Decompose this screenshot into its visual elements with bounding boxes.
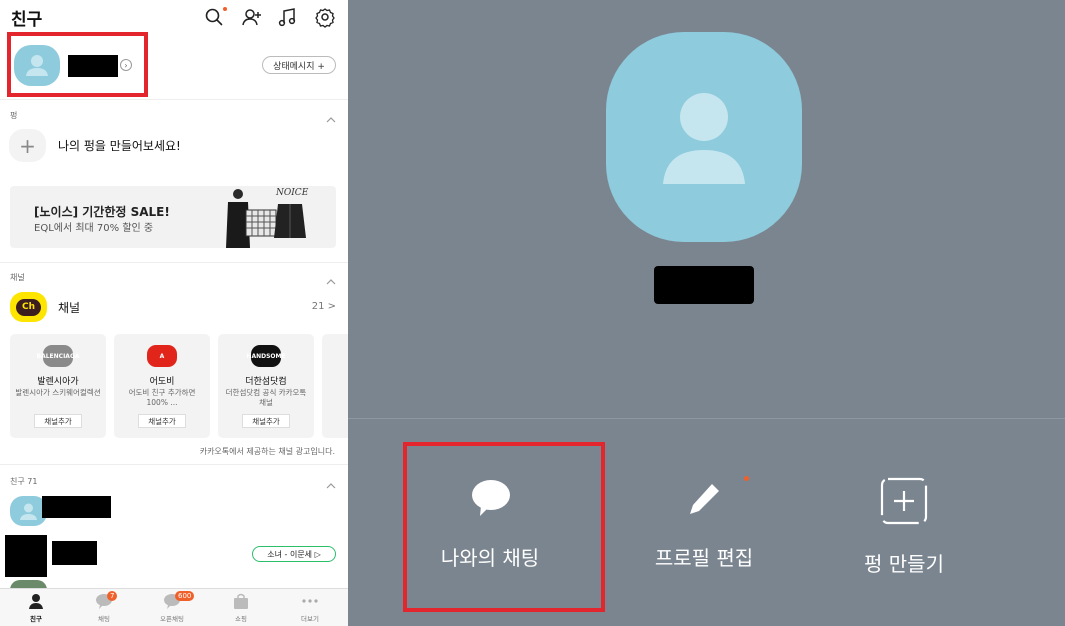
divider [348,418,1065,419]
channel-card-desc: 더한섬닷컴 공식 카카오톡 채널 [225,388,307,407]
channel-logo: Ch [10,292,47,322]
channel-card[interactable]: HANDSOME 더한섬닷컴 더한섬닷컴 공식 카카오톡 채널채널추가 [218,334,314,438]
add-channel-button[interactable]: 채널추가 [242,414,290,428]
more-dots-icon [302,599,318,603]
channel-card[interactable]: A 어도비 어도비 친구 추가하면 100% ... 채널추가 [114,334,210,438]
tab-chats[interactable]: 7 채팅 [79,591,129,623]
ad-banner[interactable]: [노이스] 기간한정 SALE! EQL에서 최대 70% 할인 중 NOICE [10,186,336,248]
channel-card-name: 더한섬닷컴 [245,377,287,387]
banner-subtitle: EQL에서 최대 70% 할인 중 [34,223,154,234]
add-friend-icon[interactable] [241,6,263,28]
page-title: 친구 [11,10,43,30]
divider [0,99,348,100]
shopping-bag-icon [234,593,248,609]
pencil-icon [690,484,719,514]
edit-profile-label: 프로필 편집 [654,546,754,570]
channel-card-partial[interactable] [322,334,348,438]
open-chat-badge: 600 [175,591,195,601]
highlight-box-my-chat [403,442,605,612]
highlight-box-profile [7,32,148,97]
channel-card-name: 어도비 [149,377,175,387]
chat-badge: 7 [107,591,118,601]
redacted-friend-name [42,496,111,518]
create-pyeong-label: 펑 만들기 [864,552,944,576]
channel-card-logo: HANDSOME [246,345,286,367]
add-channel-button[interactable]: 채널추가 [138,414,186,428]
divider [0,464,348,465]
tab-open-chat[interactable]: 600 오픈채팅 [147,591,197,623]
redacted-friend-avatar [5,535,47,577]
bottom-tab-bar: 친구 7 채팅 600 오픈채팅 쇼핑 더보기 [0,588,348,626]
banner-clothing-image [226,189,306,248]
section-label-friends: 친구 71 [10,477,38,486]
banner-title: [노이스] 기간한정 SALE! [34,205,170,219]
channel-title[interactable]: 채널 [58,299,80,316]
create-pyeong-text[interactable]: 나의 펑을 만들어보세요! [58,137,181,154]
redacted-profile-name [654,266,754,304]
channel-card-desc: 어도비 친구 추가하면 100% ... [128,388,196,407]
add-channel-button[interactable]: 채널추가 [34,414,82,428]
section-label-pyeong: 펑 [10,111,18,120]
channel-count[interactable]: 21 > [312,301,336,312]
collapse-channel-icon[interactable] [326,272,336,285]
add-pyeong-button[interactable]: + [9,129,46,162]
collapse-friends-icon[interactable] [326,476,336,489]
tab-shopping[interactable]: 쇼핑 [216,593,266,623]
notification-dot [223,7,227,11]
collapse-pyeong-icon[interactable] [326,110,336,123]
settings-icon[interactable] [314,6,336,28]
channel-card-logo: BALENCIAGA [37,345,80,367]
add-pyeong-icon [880,477,928,525]
profile-avatar-large[interactable] [606,32,802,242]
friend-music-pill[interactable]: 소녀 - 이문세 ▷ [252,546,336,562]
section-label-channel: 채널 [10,273,25,282]
tab-more[interactable]: 더보기 [285,593,335,623]
music-icon[interactable] [277,6,299,28]
tab-friends[interactable]: 친구 [11,593,61,623]
friends-tab-icon [29,594,43,609]
friends-screen: 친구 › 상태메시지 + 펑 + 나의 펑을 만들어보세요! [노이스] 기간한… [0,0,348,626]
channel-card-logo: A [147,345,177,367]
divider [0,262,348,263]
channel-card-name: 발렌시아가 [37,377,79,387]
status-message-button[interactable]: 상태메시지 + [262,56,336,74]
channel-card[interactable]: BALENCIAGA 발렌시아가 발렌시아가 스키웨어컬렉션채널추가 [10,334,106,438]
edit-profile-button[interactable]: 프로필 편집 [614,478,794,571]
new-indicator-dot [744,476,749,481]
channel-card-desc: 발렌시아가 스키웨어컬렉션 [15,388,101,397]
search-icon[interactable] [203,6,225,28]
profile-detail-screen: 나와의 채팅 프로필 편집 펑 만들기 [348,0,1065,626]
channel-ad-note: 카카오톡에서 제공하는 채널 광고입니다. [199,447,335,456]
create-pyeong-button[interactable]: 펑 만들기 [814,477,994,577]
redacted-friend-name [52,541,97,565]
header: 친구 [0,0,348,34]
